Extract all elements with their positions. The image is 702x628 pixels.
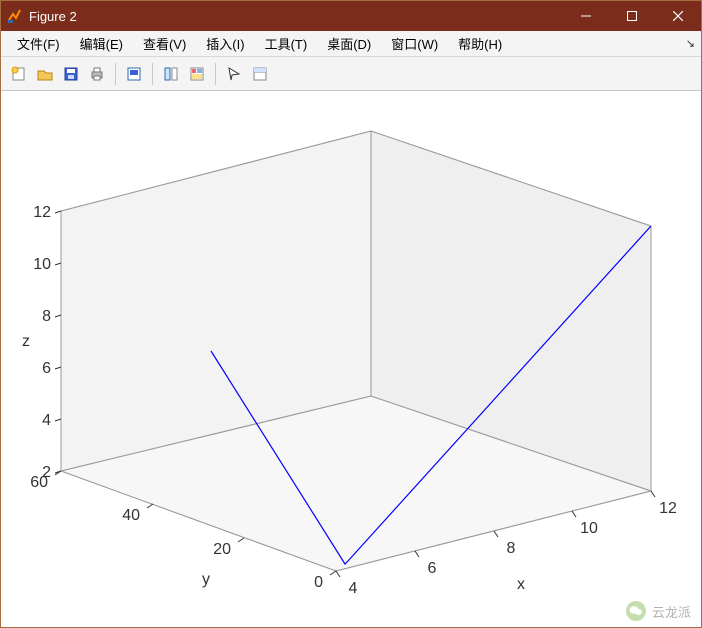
- ztick-label: 12: [33, 204, 51, 221]
- watermark-text: 云龙派: [652, 602, 691, 621]
- xtick-label: 8: [507, 540, 516, 557]
- open-button[interactable]: [33, 62, 57, 86]
- menu-view[interactable]: 查看(V): [133, 31, 196, 56]
- colorbar-button[interactable]: [185, 62, 209, 86]
- property-inspector-button[interactable]: [248, 62, 272, 86]
- menu-help[interactable]: 帮助(H): [448, 31, 512, 56]
- new-figure-button[interactable]: [7, 62, 31, 86]
- maximize-button[interactable]: [609, 1, 655, 31]
- ytick-label: 0: [314, 574, 323, 591]
- xtick-label: 10: [580, 520, 598, 537]
- titlebar: Figure 2: [1, 1, 701, 31]
- menubar: 文件(F) 编辑(E) 查看(V) 插入(I) 工具(T) 桌面(D) 窗口(W…: [1, 31, 701, 57]
- minimize-button[interactable]: [563, 1, 609, 31]
- print-button[interactable]: [85, 62, 109, 86]
- menu-file[interactable]: 文件(F): [7, 31, 70, 56]
- figure-window: Figure 2 文件(F) 编辑(E) 查看(V) 插入(I) 工具(T) 桌…: [0, 0, 702, 628]
- y-axis-label: y: [202, 571, 210, 588]
- menu-desktop[interactable]: 桌面(D): [317, 31, 381, 56]
- menu-window[interactable]: 窗口(W): [381, 31, 448, 56]
- ztick-label: 8: [42, 308, 51, 325]
- watermark: 云龙派: [626, 601, 691, 621]
- wechat-icon: [626, 601, 646, 621]
- save-button[interactable]: [59, 62, 83, 86]
- toolbar-separator: [215, 63, 216, 85]
- x-axis-label: x: [517, 576, 525, 593]
- xtick-label: 4: [349, 580, 358, 597]
- z-axis-label: z: [22, 333, 30, 350]
- ytick-label: 60: [30, 474, 48, 491]
- ytick-label: 20: [213, 541, 231, 558]
- link-plot-button[interactable]: [159, 62, 183, 86]
- ztick-label: 6: [42, 360, 51, 377]
- menu-tools[interactable]: 工具(T): [255, 31, 318, 56]
- toolbar: [1, 57, 701, 91]
- ztick-label: 10: [33, 256, 51, 273]
- window-title: Figure 2: [29, 9, 77, 24]
- matlab-icon: [7, 8, 23, 24]
- close-button[interactable]: [655, 1, 701, 31]
- axes-3d[interactable]: 2 4 6 8 10 12 0 20 40 60: [1, 91, 701, 627]
- dock-arrow-icon[interactable]: ↘: [686, 37, 695, 50]
- ytick-label: 40: [122, 507, 140, 524]
- edit-plot-button[interactable]: [222, 62, 246, 86]
- xtick-label: 6: [428, 560, 437, 577]
- plot-svg: 2 4 6 8 10 12 0 20 40 60: [1, 91, 701, 627]
- menu-insert[interactable]: 插入(I): [196, 31, 254, 56]
- xtick-label: 12: [659, 500, 677, 517]
- ztick-label: 4: [42, 412, 51, 429]
- toolbar-separator: [115, 63, 116, 85]
- print-preview-button[interactable]: [122, 62, 146, 86]
- toolbar-separator: [152, 63, 153, 85]
- menu-edit[interactable]: 编辑(E): [70, 31, 133, 56]
